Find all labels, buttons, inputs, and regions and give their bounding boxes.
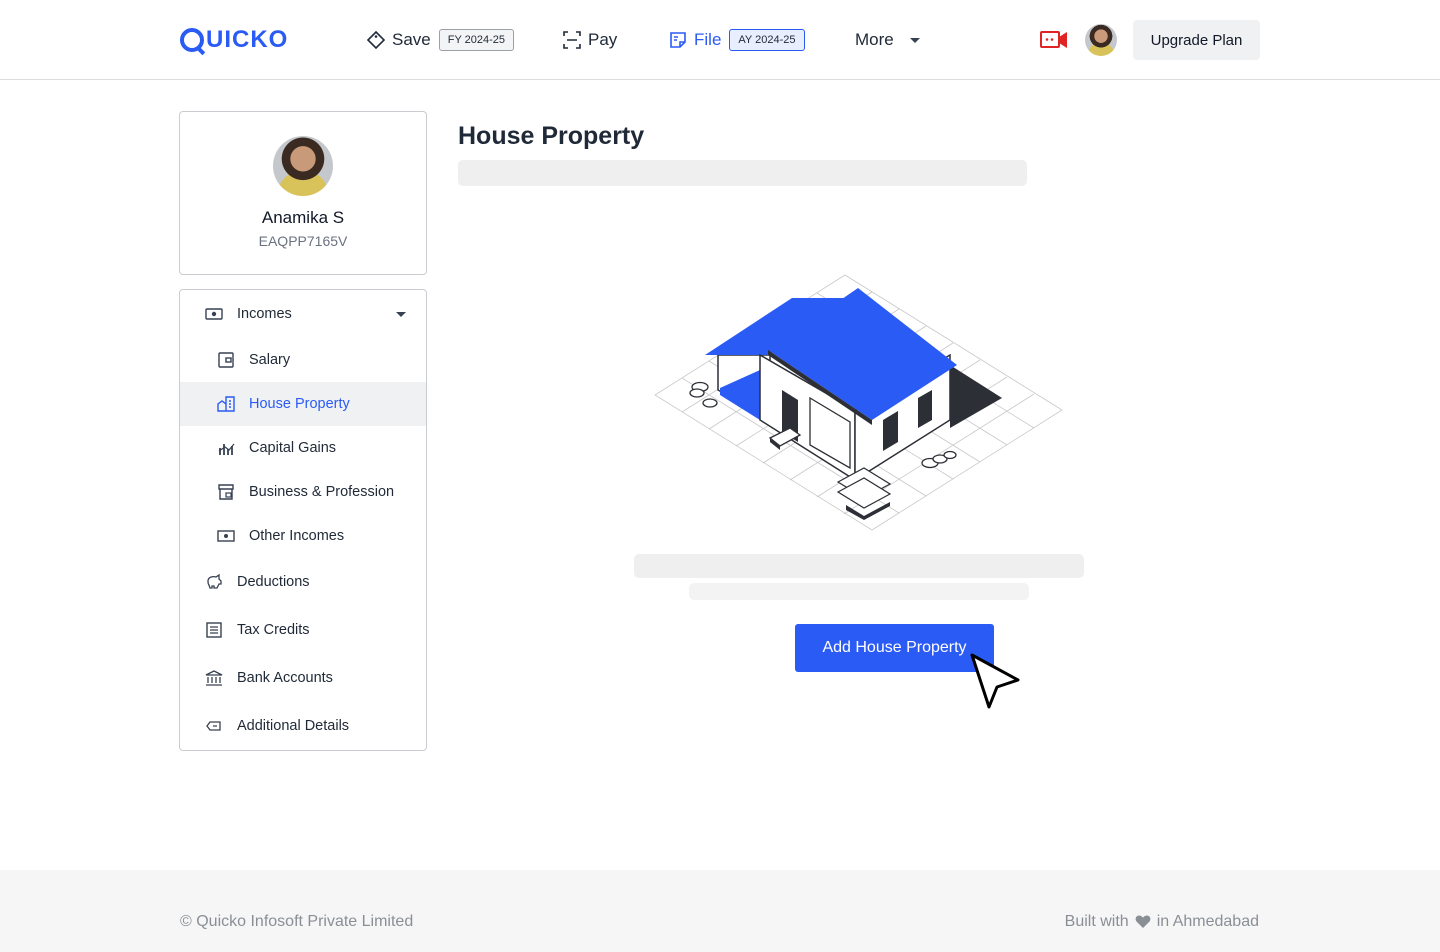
sidebar-item-salary[interactable]: Salary [180,338,426,382]
sidebar-item-additional-details[interactable]: Additional Details [180,704,426,748]
nav-more[interactable]: More [855,28,920,52]
footer-copyright: © Quicko Infosoft Private Limited [180,913,414,930]
sidebar-item-tax-credits[interactable]: Tax Credits [180,608,426,652]
sidebar-item-bank-accounts[interactable]: Bank Accounts [180,656,426,700]
bank-icon [205,670,223,686]
file-icon [670,32,686,48]
quicko-logo[interactable]: UICKO [180,26,289,53]
tag-icon [366,30,386,50]
skeleton-text-line [689,583,1029,600]
nav-pay[interactable]: Pay [562,28,617,52]
profile-name: Anamika S [261,208,345,227]
chevron-down-icon [396,312,406,317]
nav-save[interactable]: Save FY 2024-25 [366,28,515,52]
logo-text: UICKO [206,26,289,53]
chart-icon [218,443,235,455]
user-avatar[interactable] [1085,24,1117,56]
page-title: House Property [458,122,645,150]
chevron-down-icon [909,37,920,43]
receipt-icon [206,622,222,638]
add-house-property-button[interactable]: Add House Property [795,624,994,672]
pointer-cursor-icon [970,653,1020,709]
sidebar-item-label: Deductions [237,574,310,590]
store-icon [218,484,234,500]
profile-card: Anamika S EAQPP7165V [179,111,427,275]
top-navbar: UICKO Save FY 2024-25 Pay File AY 2024-2… [0,0,1440,80]
footer-built-text: Built with [1064,913,1129,930]
wallet-icon [218,352,234,368]
ay-badge: AY 2024-25 [729,29,805,51]
sidebar-item-label: Incomes [237,306,292,322]
sidebar-menu: Incomes Salary House Property Capital Ga… [179,289,427,751]
sidebar-item-capital-gains[interactable]: Capital Gains [180,426,426,470]
sidebar-item-label: Other Incomes [249,528,345,544]
tag-icon [206,721,221,731]
footer: © Quicko Infosoft Private Limited Built … [0,870,1440,952]
sidebar-item-house-property[interactable]: House Property [180,382,426,426]
nav-save-label: Save [392,30,431,49]
piggy-bank-icon [207,573,222,589]
profile-avatar [273,136,333,196]
buildings-icon [217,396,235,412]
cash-icon [205,308,223,320]
sidebar-item-label: Bank Accounts [237,670,333,686]
money-icon [217,530,235,542]
logo-q-mark [180,28,204,52]
nav-file-label: File [694,30,722,49]
footer-built-with: Built with in Ahmedabad [1065,913,1259,931]
house-illustration [654,274,1063,531]
sidebar-item-incomes[interactable]: Incomes [180,292,426,336]
scan-icon [563,31,581,49]
nav-file[interactable]: File AY 2024-25 [668,28,805,52]
nav-pay-label: Pay [588,30,618,49]
upgrade-plan-button[interactable]: Upgrade Plan [1133,20,1260,60]
sidebar-item-label: House Property [249,396,350,412]
nav-more-label: More [855,30,894,49]
video-call-icon[interactable] [1040,31,1068,49]
sidebar-item-label: Additional Details [237,718,350,734]
fy-badge: FY 2024-25 [438,29,515,51]
sidebar-item-label: Capital Gains [249,440,337,456]
sidebar-item-deductions[interactable]: Deductions [180,560,426,604]
sidebar-item-other-incomes[interactable]: Other Incomes [180,514,426,558]
sidebar-item-business-profession[interactable]: Business & Profession [180,470,426,514]
skeleton-text-line [634,554,1084,578]
profile-pan: EAQPP7165V [258,233,348,249]
skeleton-subtitle [458,160,1027,186]
sidebar-item-label: Business & Profession [249,484,395,500]
heart-icon [1135,915,1151,928]
footer-location-text: in Ahmedabad [1156,913,1259,930]
sidebar-item-label: Tax Credits [237,622,310,638]
sidebar-item-label: Salary [249,352,291,368]
